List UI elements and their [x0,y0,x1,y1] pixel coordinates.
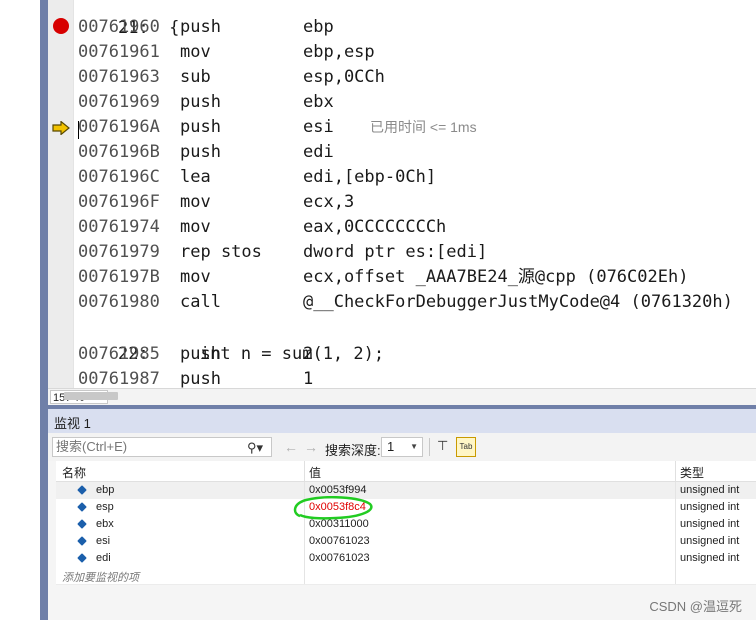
instruction-addr: 0076196A [78,117,160,137]
search-icon[interactable]: ⚲▾ [247,439,263,457]
disassembly-view[interactable]: 21: { 00761960 push ebp 00761961 mov ebp,esp 0… [74,0,756,388]
instruction-ops: 1 [303,369,314,388]
watermark: CSDN @温逗死 [649,599,742,614]
perf-tip: 已用时间 <= 1ms [370,119,477,135]
instruction-ops: eax,0CCCCCCCCh [303,217,447,237]
watch-type: unsigned int [680,484,740,496]
watch-toolbar: 搜索(Ctrl+E) ⚲▾ ← → 搜索深度: 1 ▼ ⊤ Tab [48,433,756,461]
instruction-addr: 0076196F [78,192,160,212]
watch-row[interactable]: esp 0x0053f8c4 unsigned int [56,499,756,517]
instruction-addr: 0076197B [78,267,160,287]
pin-icon[interactable]: ⊤ [437,438,448,454]
editor-gutter[interactable] [48,0,74,388]
instruction-mn: push [180,92,221,112]
watch-row[interactable]: ebx 0x00311000 unsigned int [56,516,756,534]
search-depth-dropdown[interactable]: 1 ▼ [381,437,423,457]
instruction-addr: 00761960 [78,17,160,37]
instruction-mn: push [180,17,221,37]
instruction-ops: edi [303,142,334,162]
instruction-mn: call [180,292,221,312]
watch-type: unsigned int [680,501,740,513]
instruction-ops: esp,0CCh [303,67,385,87]
column-type[interactable]: 类型 [680,464,704,481]
text-caret [78,121,79,139]
instruction-mn: push [180,369,221,388]
current-instruction-arrow-icon [52,121,70,135]
instruction-mn: mov [180,217,211,237]
chevron-down-icon: ▼ [410,442,418,451]
breakpoint-icon[interactable] [53,18,69,34]
instruction-mn: mov [180,192,211,212]
instruction-addr: 00761974 [78,217,160,237]
forward-arrow-icon[interactable]: → [304,439,318,455]
instruction-mn: push [180,117,221,137]
editor-status-strip: 157 %▼ [48,388,756,405]
watch-type: unsigned int [680,535,740,547]
instruction-ops: 2 [303,344,314,364]
watch-row[interactable]: ebp 0x0053f994 unsigned int [56,482,756,500]
tab-toggle-icon[interactable]: Tab [456,437,476,457]
column-value[interactable]: 值 [309,464,321,481]
instruction-mn: lea [180,167,211,187]
watch-type: unsigned int [680,552,740,564]
instruction-mn: sub [180,67,211,87]
back-arrow-icon[interactable]: ← [284,439,298,455]
instruction-addr: 00761987 [78,369,160,388]
variable-icon [77,519,87,529]
variable-icon [77,536,87,546]
watch-row[interactable]: esi 0x00761023 unsigned int [56,533,756,551]
source-line: 21: { [118,18,180,38]
watch-type: unsigned int [680,518,740,530]
watch-value[interactable]: 0x00761023 [309,552,370,564]
watch-value[interactable]: 0x00761023 [309,535,370,547]
instruction-mn: mov [180,42,211,62]
watch-name: esp [96,501,114,513]
variable-icon [77,485,87,495]
watch-panel-title[interactable]: 监视 1 [48,409,756,434]
left-strip [0,0,48,620]
horizontal-scrollbar-thumb[interactable] [64,392,118,400]
instruction-addr: 00761961 [78,42,160,62]
instruction-ops: esi [303,117,334,137]
annotation-circle [293,496,373,520]
instruction-mn: push [180,344,221,364]
instruction-addr: 0076196C [78,167,160,187]
instruction-ops: ecx,3 [303,192,355,212]
instruction-ops: ecx,offset _AAA7BE24_源@cpp (076C02Eh) [303,267,689,287]
left-panel-edge [40,0,48,620]
instruction-ops: ebp,esp [303,42,375,62]
instruction-ops: ebx [303,92,334,112]
source-line: 22: int n = sum(1, 2); [118,344,385,364]
instruction-ops: ebp [303,17,334,37]
instruction-ops: edi,[ebp-0Ch] [303,167,437,187]
instruction-addr: 00761963 [78,67,160,87]
instruction-mn: push [180,142,221,162]
instruction-mn: rep stos [180,242,262,262]
watch-name: ebx [96,518,114,530]
search-input[interactable]: 搜索(Ctrl+E) ⚲▾ [52,437,272,457]
watch-name: esi [96,535,111,547]
watch-grid-header: 名称 值 类型 [56,461,756,482]
instruction-mn: mov [180,267,211,287]
variable-icon [77,502,87,512]
instruction-addr: 00761980 [78,292,160,312]
watch-name: ebp [96,484,115,496]
watch-name: edi [96,552,111,564]
search-depth-label: 搜索深度: [325,443,381,458]
watch-value[interactable]: 0x0053f994 [309,484,367,496]
instruction-ops: dword ptr es:[edi] [303,242,488,262]
instruction-ops: @__CheckForDebuggerJustMyCode@4 (0761320… [303,292,733,312]
column-name[interactable]: 名称 [62,464,86,481]
watch-row[interactable]: edi 0x00761023 unsigned int [56,550,756,568]
instruction-addr: 00761985 [78,344,160,364]
instruction-addr: 00761969 [78,92,160,112]
add-watch-row[interactable]: 添加要监视的项 [56,567,756,585]
instruction-addr: 00761979 [78,242,160,262]
instruction-addr: 0076196B [78,142,160,162]
variable-icon [77,553,87,563]
